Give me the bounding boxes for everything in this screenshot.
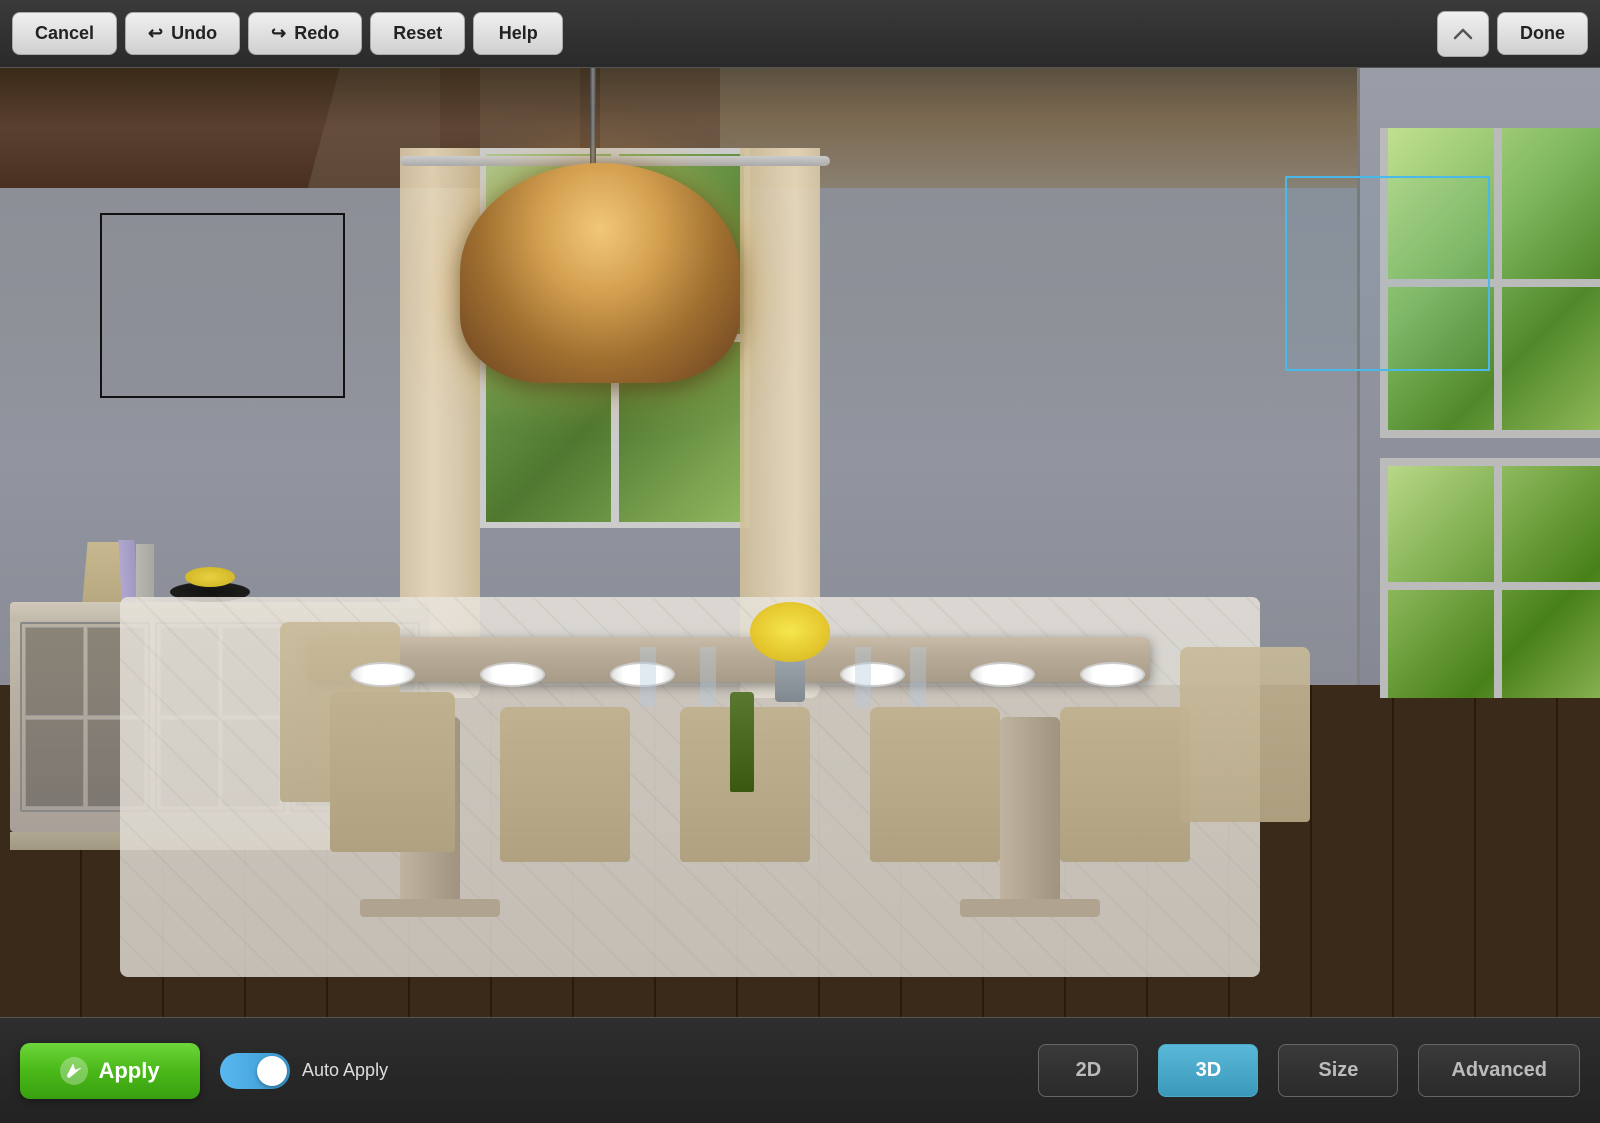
chandelier-body bbox=[460, 163, 740, 383]
chandelier-chain bbox=[590, 68, 596, 168]
undo-button[interactable]: ↩ Undo bbox=[125, 12, 240, 55]
bottom-toolbar: Apply Auto Apply 2D 3D Size Advanced bbox=[0, 1017, 1600, 1123]
glass-3 bbox=[855, 647, 871, 707]
help-button[interactable]: Help bbox=[473, 12, 563, 55]
sideboard-fruits bbox=[185, 567, 235, 587]
cabinet-pane bbox=[25, 627, 84, 716]
done-button[interactable]: Done bbox=[1497, 12, 1588, 55]
wall-art-frame-inner bbox=[103, 216, 342, 395]
plate-6 bbox=[1080, 662, 1145, 687]
glass-4 bbox=[910, 647, 926, 707]
chair-right-2 bbox=[1060, 707, 1190, 862]
window-right-top bbox=[1380, 128, 1600, 438]
plate-5 bbox=[970, 662, 1035, 687]
redo-button[interactable]: ↪ Redo bbox=[248, 12, 362, 55]
plate-2 bbox=[480, 662, 545, 687]
glass-1 bbox=[640, 647, 656, 707]
apply-label: Apply bbox=[98, 1058, 159, 1084]
glass-2 bbox=[700, 647, 716, 707]
table-base-right bbox=[1000, 717, 1060, 917]
plate-1 bbox=[350, 662, 415, 687]
cancel-button[interactable]: Cancel bbox=[12, 12, 117, 55]
auto-apply-toggle[interactable] bbox=[220, 1053, 290, 1089]
toggle-track bbox=[220, 1053, 290, 1089]
table-foot-left bbox=[360, 899, 500, 917]
apply-button[interactable]: Apply bbox=[20, 1043, 200, 1099]
btn-3d[interactable]: 3D bbox=[1158, 1044, 1258, 1097]
chevron-up-button[interactable] bbox=[1437, 11, 1489, 57]
window-right-bottom bbox=[1380, 458, 1600, 698]
sideboard-book-3 bbox=[136, 544, 154, 602]
auto-apply-toggle-area: Auto Apply bbox=[220, 1053, 420, 1089]
auto-apply-label: Auto Apply bbox=[302, 1060, 388, 1081]
redo-label: Redo bbox=[294, 23, 339, 44]
chair-right-1 bbox=[870, 707, 1000, 862]
apply-icon bbox=[60, 1057, 88, 1085]
size-button[interactable]: Size bbox=[1278, 1044, 1398, 1097]
plate-4 bbox=[840, 662, 905, 687]
reset-button[interactable]: Reset bbox=[370, 12, 465, 55]
sideboard-book-2 bbox=[118, 540, 137, 602]
cabinet-pane bbox=[25, 719, 84, 808]
flowers bbox=[750, 602, 830, 662]
btn-2d[interactable]: 2D bbox=[1038, 1044, 1138, 1097]
undo-icon: ↩ bbox=[148, 23, 163, 44]
advanced-button[interactable]: Advanced bbox=[1418, 1044, 1580, 1097]
undo-label: Undo bbox=[171, 23, 217, 44]
scene-viewport[interactable] bbox=[0, 68, 1600, 1017]
top-toolbar: Cancel ↩ Undo ↪ Redo Reset Help Done bbox=[0, 0, 1600, 68]
redo-icon: ↪ bbox=[271, 23, 286, 44]
chair-left-1 bbox=[330, 692, 455, 852]
table-foot-right bbox=[960, 899, 1100, 917]
toggle-knob bbox=[257, 1056, 287, 1086]
wine-bottle bbox=[730, 692, 754, 792]
chair-far-right bbox=[1180, 647, 1310, 822]
chair-left-2 bbox=[500, 707, 630, 862]
